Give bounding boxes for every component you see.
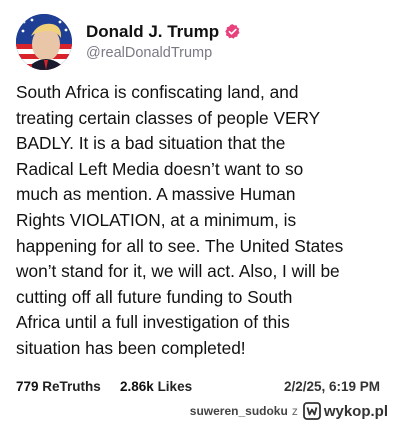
avatar[interactable]	[16, 14, 72, 70]
likes-count: 2.86k	[120, 379, 154, 394]
name-row: Donald J. Trump	[86, 22, 241, 42]
watermark: suweren_sudoku z wykop.pl	[190, 400, 388, 422]
display-name[interactable]: Donald J. Trump	[86, 22, 219, 42]
verified-badge-icon	[224, 23, 241, 40]
truth-post: Donald J. Trump @realDonaldTrump South A…	[0, 0, 400, 428]
likes-stat[interactable]: 2.86k Likes	[120, 377, 192, 397]
retruths-count: 779	[16, 379, 39, 394]
post-header: Donald J. Trump @realDonaldTrump	[16, 14, 241, 70]
watermark-separator: z	[291, 404, 298, 418]
retruths-stat[interactable]: 779 ReTruths	[16, 377, 101, 397]
post-timestamp[interactable]: 2/2/25, 6:19 PM	[284, 377, 380, 397]
retruths-label: ReTruths	[42, 379, 101, 394]
post-stats: 779 ReTruths 2.86k Likes 2/2/25, 6:19 PM	[16, 377, 384, 397]
wykop-logo-icon	[302, 402, 321, 420]
post-text: South Africa is confiscating land, and t…	[16, 82, 344, 358]
author-names: Donald J. Trump @realDonaldTrump	[86, 22, 241, 63]
handle[interactable]: @realDonaldTrump	[86, 43, 241, 63]
watermark-site: wykop.pl	[323, 402, 388, 420]
watermark-user: suweren_sudoku	[189, 404, 288, 418]
likes-label: Likes	[157, 379, 193, 394]
avatar-image	[16, 14, 72, 70]
